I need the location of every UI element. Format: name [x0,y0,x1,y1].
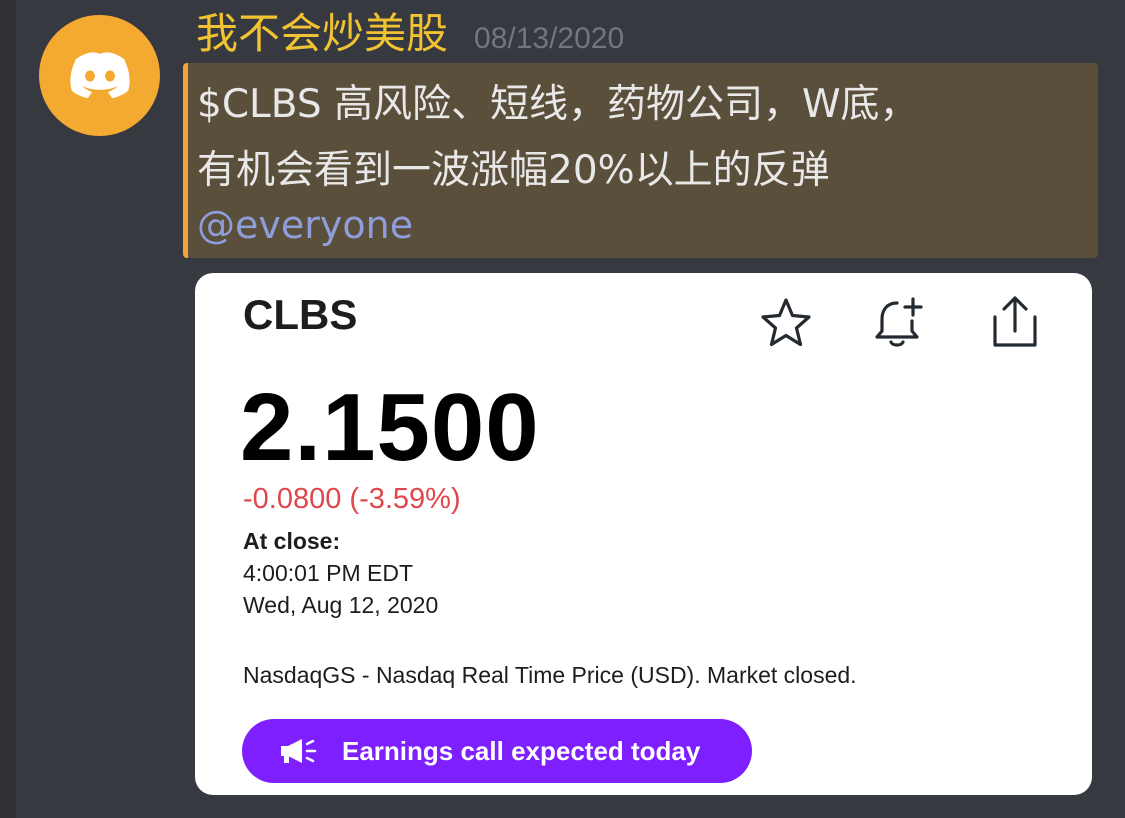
ticker-symbol: CLBS [243,291,358,338]
message-text-line-1: $CLBS 高风险、短线，药物公司，W底， [197,82,919,127]
discord-logo-icon [66,49,134,103]
avatar[interactable] [39,15,160,136]
earnings-call-label: Earnings call expected today [342,735,701,766]
market-status-note: NasdaqGS - Nasdaq Real Time Price (USD).… [243,662,857,688]
price-change: -0.0800 (-3.59%) [243,483,461,515]
stock-quote-card: CLBS 2.1500 -0.0800 (-3.59%) At close: 4… [195,273,1092,795]
at-close-label: At close: [243,528,341,554]
message-text-line-2: 有机会看到一波涨幅20%以上的反弹 [197,148,830,193]
bell-plus-icon[interactable] [869,293,929,353]
star-icon[interactable] [756,293,816,353]
channel-sidebar-edge [0,0,16,818]
close-date: Wed, Aug 12, 2020 [243,592,439,618]
current-price: 2.1500 [240,374,540,481]
close-time: 4:00:01 PM EDT [243,560,414,586]
share-icon[interactable] [985,293,1045,353]
message-body: $CLBS 高风险、短线，药物公司，W底， 有机会看到一波涨幅20%以上的反弹 … [183,63,1098,258]
everyone-mention[interactable]: @everyone [197,203,413,247]
username[interactable]: 我不会炒美股 [196,6,448,62]
timestamp: 08/13/2020 [474,22,625,55]
megaphone-icon [278,736,318,766]
earnings-call-button[interactable]: Earnings call expected today [242,719,752,783]
message-header: 我不会炒美股 08/13/2020 [196,6,624,62]
